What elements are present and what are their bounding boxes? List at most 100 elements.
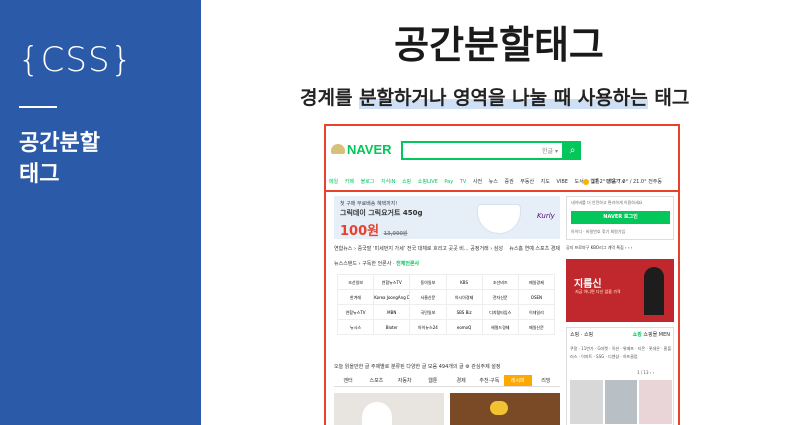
login-links[interactable]: 아이디 · 비밀번호 찾기 회원가입 [571, 229, 625, 235]
nav-item[interactable]: 지도 [541, 179, 550, 185]
press-logo[interactable]: 헤럴드경제 [482, 320, 519, 335]
news-ticker[interactable]: 연합뉴스 › 중국발 ‘미세먼지 가세’ 전국 대체로 흐리고 곳곳 비... … [334, 245, 560, 252]
shopping-head: 쇼핑 · 쇼핑 [570, 332, 594, 338]
notice-line[interactable]: 공지 프로야구 KBO리그 개막 특집 › ‹ › [566, 245, 674, 251]
login-button[interactable]: NAVER 로그인 [571, 211, 670, 224]
right-column: 네이버를 더 안전하고 편리하게 이용하세요 NAVER 로그인 아이디 · 비… [566, 196, 674, 425]
topic-tab[interactable]: 스포츠 [362, 375, 390, 386]
press-logo[interactable]: 이데일리 [518, 305, 555, 320]
press-logo[interactable]: 서울신문 [410, 290, 447, 305]
naver-header-section: NAVER 한글 ▾ ⌕ 메일 카페 블로그 지식iN 쇼핑 쇼핑LIVE Pa… [326, 126, 678, 192]
nav-item[interactable]: 증권 [504, 179, 513, 185]
egg-image [490, 401, 508, 415]
press-logo[interactable]: KBS [446, 275, 483, 290]
topic-tab[interactable]: 추천·구독 [475, 375, 503, 386]
shopping-images [570, 380, 673, 424]
topic-tab[interactable]: 경제 [447, 375, 475, 386]
press-logo[interactable]: 아이뉴스24 [410, 320, 447, 335]
ad-price-value: 100원 [340, 224, 380, 239]
sidebar-title: 공간분할 태그 [19, 128, 100, 190]
press-logo[interactable]: Korea JoongAng Daily [374, 290, 411, 305]
topic-tab[interactable]: 레시피 [503, 375, 532, 386]
nav-item[interactable]: Pay [444, 179, 453, 185]
press-logo[interactable]: 조선비즈 [482, 275, 519, 290]
shopping-categories[interactable]: 쿠팡 · 11번가 · G마켓 · 옥션 · 위메프 · 티몬 · 롯데온 · … [570, 345, 672, 361]
ad-line1: 첫 구매 무료배송 혜택까지! [340, 201, 398, 207]
press-logo[interactable]: Bloter [374, 320, 411, 335]
subtitle-highlight: 분할하거나 영역을 나눌 때 사용하는 [359, 87, 648, 109]
shopping-tab[interactable]: MEN [659, 332, 670, 338]
press-logo[interactable]: 매일신문 [518, 320, 555, 335]
keyboard-hint[interactable]: 한글 ▾ [542, 146, 558, 155]
news-headline[interactable]: 연합뉴스 › 중국발 ‘미세먼지 가세’ 전국 대체로 흐리고 곳곳 비... … [334, 246, 503, 252]
ad-banner[interactable]: 첫 구매 무료배송 혜택까지! 그릭데이 그릭요거트 450g 100원 13,… [334, 196, 560, 239]
search-button[interactable]: ⌕ [564, 141, 581, 160]
product-image[interactable] [570, 380, 603, 424]
ad-price: 100원 13,000원 [340, 220, 408, 239]
press-logo[interactable]: 조선일보 [338, 275, 375, 290]
press-logo[interactable]: 전자신문 [482, 290, 519, 305]
content-thumbnail[interactable] [334, 393, 444, 425]
content-thumbnail[interactable] [450, 393, 560, 425]
press-logo[interactable]: eomoQ [446, 320, 483, 335]
sidebar-divider [19, 106, 57, 108]
subtitle-pre: 경계를 [300, 87, 360, 109]
nav-item[interactable]: VIBE [556, 179, 567, 185]
press-logo[interactable]: OSEN [518, 290, 555, 305]
naver-screenshot-frame: NAVER 한글 ▾ ⌕ 메일 카페 블로그 지식iN 쇼핑 쇼핑LIVE Pa… [324, 124, 680, 425]
press-logo[interactable]: SBS Biz [446, 305, 483, 320]
shopping-tabs: 쇼핑 쇼핑몰 MEN [633, 331, 670, 338]
login-hint: 네이버를 더 안전하고 편리하게 이용하세요 [571, 200, 643, 205]
topic-tab[interactable]: 리빙 [532, 375, 560, 386]
topic-tab[interactable]: 엔터 [334, 375, 362, 386]
press-logo[interactable]: 연합뉴스TV [374, 275, 411, 290]
topic-tab[interactable]: 자동차 [391, 375, 419, 386]
nav-item[interactable]: 부동산 [520, 179, 534, 185]
shopping-tab[interactable]: 쇼핑 [633, 332, 642, 338]
nav-item[interactable]: 메일 [329, 179, 338, 185]
banner-sub: 지금 아니면 다신 없을 가격 [575, 289, 621, 294]
newsstand-all[interactable]: 전체언론사 [396, 261, 419, 267]
weather-widget[interactable]: 17.2° 맑음 7.0° / 21.0° 전주동 [582, 178, 662, 185]
nav-item[interactable]: 블로그 [361, 179, 375, 185]
page-title: 공간분할태그 [394, 23, 604, 67]
banner-title: 지름신 [574, 279, 602, 290]
sidebar-tag: {CSS} [18, 40, 134, 80]
newsstand-label[interactable]: 뉴스스탠드 › [334, 261, 361, 267]
nav-item[interactable]: 뉴스 [489, 179, 498, 185]
topic-tabs: 엔터 스포츠 자동차 웹툰 경제 추천·구독 레시피 리빙 [334, 375, 560, 387]
press-logo[interactable]: 아시아경제 [446, 290, 483, 305]
product-image[interactable] [639, 380, 673, 424]
naver-logo[interactable]: NAVER [347, 142, 392, 157]
topic-tab[interactable]: 웹툰 [419, 375, 447, 386]
press-logo[interactable]: 디지털타임스 [482, 305, 519, 320]
press-logo[interactable]: MBN [374, 305, 411, 320]
product-image[interactable] [604, 380, 638, 424]
press-logo[interactable]: 국민일보 [410, 305, 447, 320]
weather-text: 17.2° 맑음 7.0° / 21.0° 전주동 [591, 179, 662, 185]
news-links[interactable]: 뉴스홈 연예 스포츠 경제 [509, 245, 560, 252]
promo-banner[interactable]: 지름신 지금 아니면 다신 없을 가격 [566, 259, 674, 322]
press-logo[interactable]: 동아일보 [410, 275, 447, 290]
sun-icon [582, 178, 589, 185]
press-logo[interactable]: 한겨레 [338, 290, 375, 305]
press-logo[interactable]: 뉴시스 [338, 320, 375, 335]
newsstand-sub[interactable]: 구독한 언론사 · [362, 261, 394, 267]
search-input[interactable]: 한글 ▾ [401, 141, 564, 160]
shopping-tab[interactable]: 쇼핑몰 [643, 332, 657, 338]
press-logo[interactable]: 연합뉴스TV [338, 305, 375, 320]
nav-item[interactable]: 사전 [473, 179, 482, 185]
shopping-pager[interactable]: 1 / 13 ‹ › [637, 370, 654, 375]
ad-brand: Kurly [537, 212, 555, 220]
nav-item[interactable]: 지식iN [381, 179, 395, 185]
newsstand-header: 뉴스스탠드 › 구독한 언론사 · 전체언론사 [334, 260, 560, 270]
page-subtitle: 경계를 분할하거나 영역을 나눌 때 사용하는 태그 [300, 83, 689, 110]
sidebar: {CSS} 공간분할 태그 [0, 0, 201, 425]
naver-whale-icon [331, 144, 345, 154]
nav-item[interactable]: TV [460, 179, 466, 185]
press-logo[interactable]: 매일경제 [518, 275, 555, 290]
shopping-box: 쇼핑 · 쇼핑 쇼핑 쇼핑몰 MEN 쿠팡 · 11번가 · G마켓 · 옥션 … [566, 327, 674, 425]
nav-item[interactable]: 쇼핑LIVE [418, 179, 438, 185]
nav-item[interactable]: 쇼핑 [402, 179, 411, 185]
nav-item[interactable]: 카페 [345, 179, 354, 185]
